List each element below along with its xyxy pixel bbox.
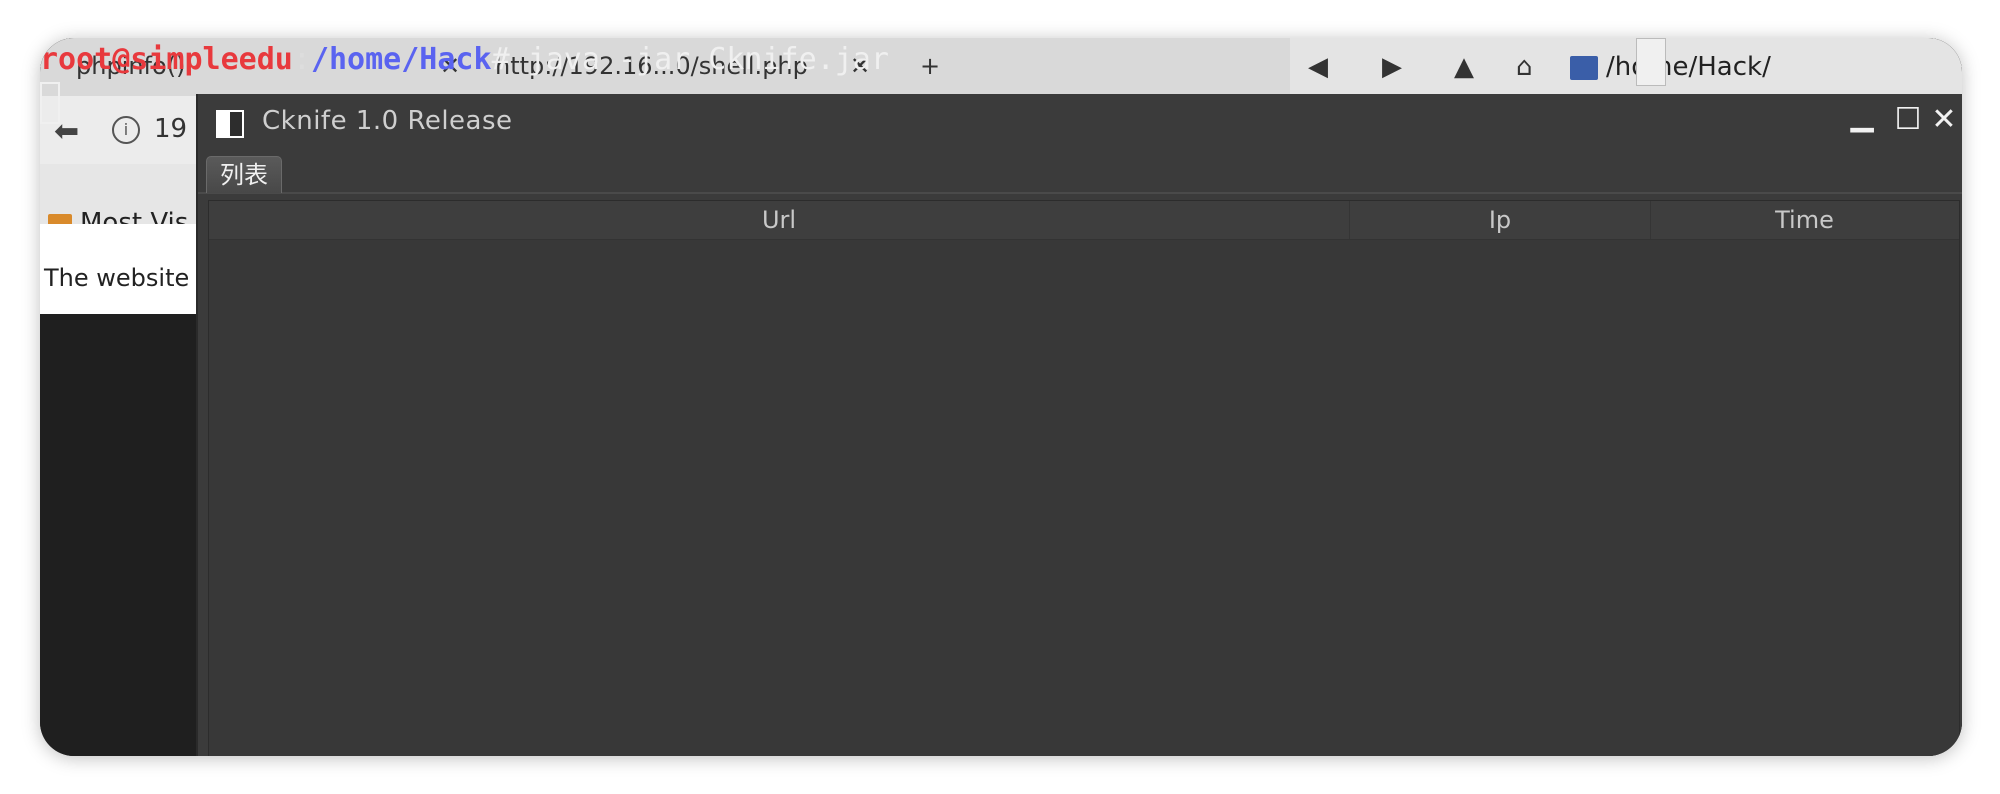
app-icon bbox=[216, 110, 244, 138]
terminal-cursor bbox=[40, 82, 60, 124]
url-bar[interactable]: 19 bbox=[154, 114, 187, 144]
window-title: Cknife 1.0 Release bbox=[262, 106, 513, 136]
scrollbar[interactable] bbox=[1636, 38, 1666, 86]
maximize-button[interactable]: ☐ bbox=[1890, 102, 1926, 137]
prompt-colon: : bbox=[292, 42, 311, 77]
column-header-url[interactable]: Url bbox=[209, 201, 1350, 239]
page-text: The website bbox=[44, 264, 190, 292]
window-titlebar[interactable]: Cknife 1.0 Release ▁ ☐ ✕ bbox=[198, 94, 1962, 150]
back-arrow-icon[interactable]: ◀ bbox=[1308, 52, 1328, 82]
folder-icon bbox=[1570, 56, 1598, 80]
close-button[interactable]: ✕ bbox=[1926, 102, 1962, 137]
terminal-prompt-line: root@simpleedu:/home/Hack# java -jar Ckn… bbox=[40, 38, 889, 82]
screen: phpinfo() ✕ http://192.16...0/shell.php … bbox=[40, 38, 1962, 756]
minimize-button[interactable]: ▁ bbox=[1844, 98, 1880, 133]
forward-arrow-icon[interactable]: ▶ bbox=[1382, 52, 1402, 82]
column-header-time[interactable]: Time bbox=[1651, 201, 1958, 239]
home-icon[interactable]: ⌂ bbox=[1516, 52, 1533, 82]
tab-strip: 列表 bbox=[198, 156, 1962, 194]
shell-list-table[interactable]: Url Ip Time bbox=[208, 200, 1960, 756]
file-manager-path[interactable]: /home/Hack/ bbox=[1606, 52, 1771, 82]
up-arrow-icon[interactable]: ▲ bbox=[1454, 52, 1474, 82]
tab-list[interactable]: 列表 bbox=[206, 156, 282, 193]
terminal-command: # java -jar Cknife.jar bbox=[491, 42, 889, 77]
cknife-window: Cknife 1.0 Release ▁ ☐ ✕ 列表 Url Ip Time bbox=[196, 94, 1962, 756]
new-tab-icon[interactable]: + bbox=[920, 48, 940, 84]
info-icon[interactable]: i bbox=[112, 116, 140, 144]
prompt-user-host: root@simpleedu bbox=[40, 42, 293, 77]
column-header-ip[interactable]: Ip bbox=[1350, 201, 1651, 239]
table-header: Url Ip Time bbox=[209, 201, 1959, 240]
prompt-path: /home/Hack bbox=[310, 42, 492, 77]
